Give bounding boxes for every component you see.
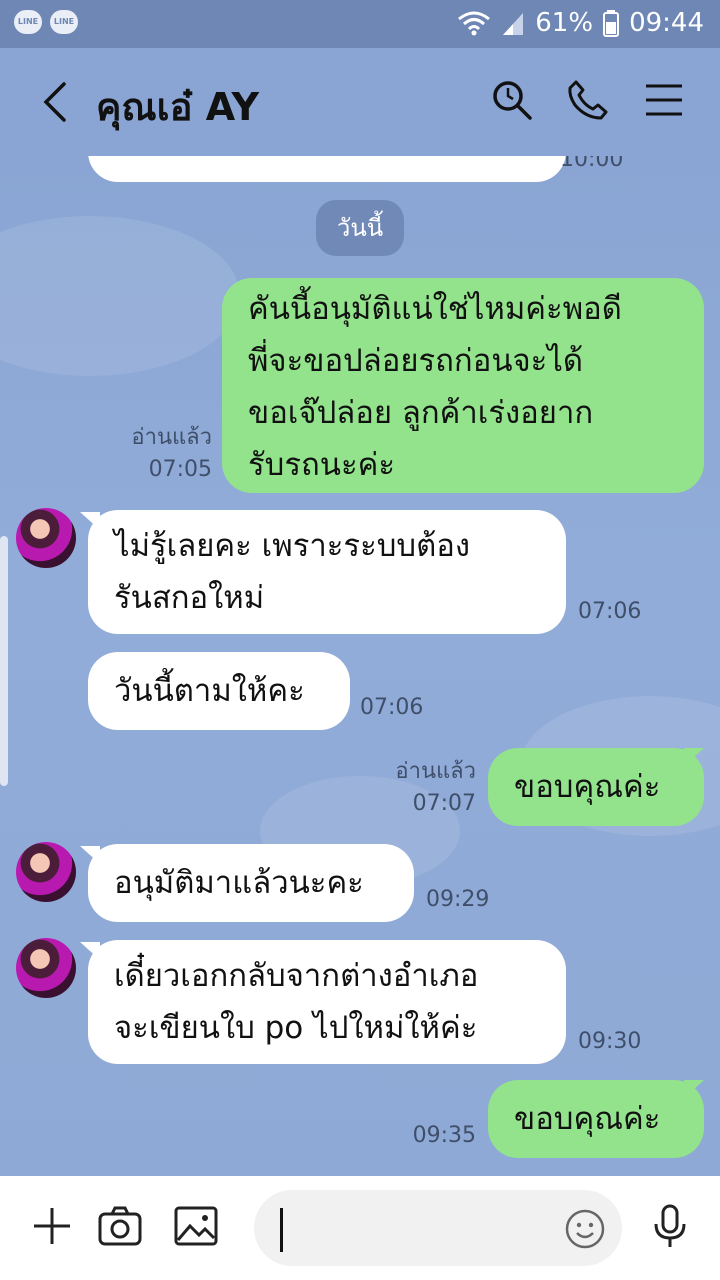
avatar[interactable] [16,842,76,902]
signal-icon [503,13,524,35]
avatar[interactable] [16,508,76,568]
message-text: อนุมัติมาแล้วนะคะ [114,865,364,901]
message-time: 07:06 [360,695,424,720]
chat-area[interactable]: 10:00 วันนี้ อ่านแล้ว 07:05 คันนี้อนุมัต… [0,156,720,1176]
message-bubble-incoming[interactable]: อนุมัติมาแล้วนะคะ [88,844,414,922]
message-time: 07:07 [412,791,476,816]
battery-icon [603,10,620,37]
message-text: ขอบคุณค่ะ [514,769,661,805]
message-text: จะเขียนใบ po ไปใหม่ให้ค่ะ [114,1010,478,1046]
message-text: พี่จะขอปล่อยรถก่อนจะได้ [248,343,584,379]
image-icon[interactable] [172,1202,220,1250]
message-bubble-incoming[interactable]: ไม่รู้เลยคะ เพราะระบบต้อง รันสกอใหม่ [88,510,566,634]
message-text: รับรถนะค่ะ [248,447,395,483]
phone-icon[interactable] [566,78,610,122]
microphone-icon[interactable] [646,1202,694,1250]
message-bubble-incoming[interactable]: เดี๋ยวเอกกลับจากต่างอำเภอ จะเขียนใบ po ไ… [88,940,566,1064]
read-receipt: อ่านแล้ว [131,425,212,450]
date-separator: วันนี้ [316,200,404,256]
battery-percent: 61% [535,8,594,38]
message-time: 09:35 [412,1123,476,1148]
message-text: รันสกอใหม่ [114,580,265,616]
message-bubble-outgoing[interactable]: คันนี้อนุมัติแน่ใช่ไหมค่ะพอดี พี่จะขอปล่… [222,278,704,493]
plus-icon[interactable] [28,1202,76,1250]
message-input[interactable] [254,1190,622,1266]
message-text: ไม่รู้เลยคะ เพราะระบบต้อง [114,528,470,564]
clock: 09:44 [629,8,704,38]
message-text: ขอบคุณค่ะ [514,1101,661,1137]
message-time: 07:05 [148,457,212,482]
message-input-bar [0,1176,720,1280]
search-icon[interactable] [490,78,534,122]
message-bubble-outgoing[interactable]: ขอบคุณค่ะ [488,1080,704,1158]
message-meta: อ่านแล้ว 07:05 [100,422,212,486]
message-text: วันนี้ตามให้คะ [114,673,305,709]
text-caret [280,1208,283,1252]
message-time: 09:29 [426,887,490,912]
scroll-indicator[interactable] [0,536,8,786]
message-time: 09:30 [578,1029,642,1054]
line-notification-icon: LINE [50,10,78,34]
chat-header: คุณเอ๋ AY [0,48,720,156]
message-time: 07:06 [578,599,642,624]
line-notification-icon: LINE [14,10,42,34]
message-bubble-outgoing[interactable]: ขอบคุณค่ะ [488,748,704,826]
read-receipt: อ่านแล้ว [395,759,476,784]
message-text: ขอเจ๊ปล่อย ลูกค้าเร่งอยาก [248,395,594,431]
message-text: คันนี้อนุมัติแน่ใช่ไหมค่ะพอดี [248,291,622,327]
message-meta: อ่านแล้ว 07:07 [378,756,476,820]
message-text: เดี๋ยวเอกกลับจากต่างอำเภอ [114,958,479,994]
message-bubble-partial[interactable] [88,156,566,182]
message-bubble-incoming[interactable]: วันนี้ตามให้คะ [88,652,350,730]
message-time: 10:00 [560,156,624,172]
back-icon[interactable] [36,78,76,126]
camera-icon[interactable] [96,1202,144,1250]
avatar[interactable] [16,938,76,998]
status-bar: LINE LINE 61% 09:44 [0,0,720,48]
menu-icon[interactable] [642,78,686,122]
emoji-icon[interactable] [564,1208,606,1250]
wifi-icon [458,11,491,36]
chat-title: คุณเอ๋ AY [96,85,260,129]
